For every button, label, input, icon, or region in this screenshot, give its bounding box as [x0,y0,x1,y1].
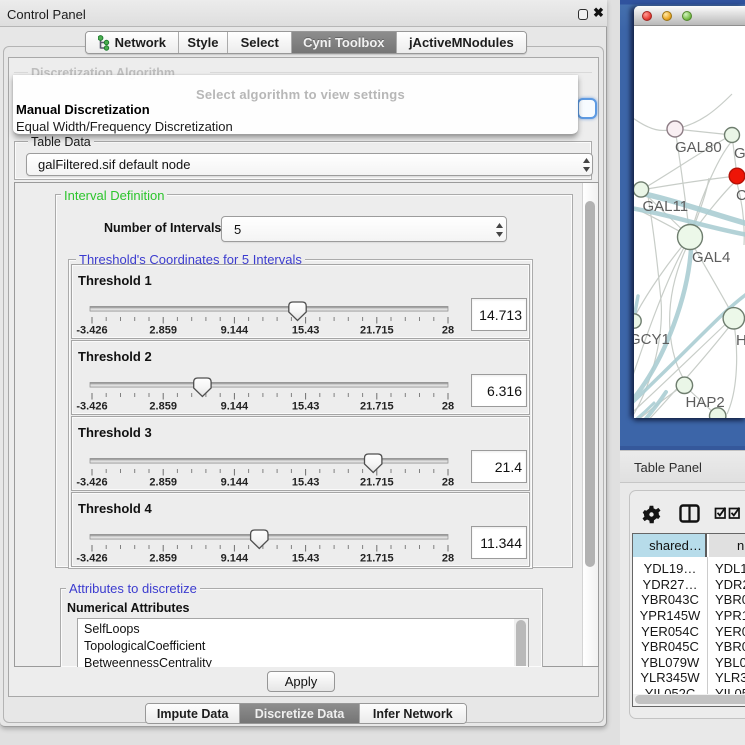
svg-text:21.715: 21.715 [360,477,394,489]
svg-text:H: H [736,332,745,349]
svg-text:9.144: 9.144 [221,553,249,565]
svg-text:28: 28 [442,325,454,337]
svg-text:GAL4: GAL4 [692,249,730,266]
svg-text:2.859: 2.859 [149,325,177,337]
svg-text:-3.426: -3.426 [76,477,107,489]
svg-text:C: C [736,187,745,204]
svg-text:GCY1: GCY1 [634,331,670,348]
svg-text:28: 28 [442,553,454,565]
svg-text:-3.426: -3.426 [76,553,107,565]
svg-text:28: 28 [442,477,454,489]
svg-text:GAL80: GAL80 [675,139,722,156]
svg-text:2.859: 2.859 [149,477,177,489]
svg-text:9.144: 9.144 [221,477,249,489]
svg-text:GA: GA [734,145,745,162]
svg-text:-3.426: -3.426 [76,401,107,413]
svg-text:15.43: 15.43 [292,553,320,565]
svg-text:HAP2: HAP2 [686,394,725,411]
svg-text:28: 28 [442,401,454,413]
svg-text:GAL11: GAL11 [643,198,689,215]
svg-text:-3.426: -3.426 [76,325,107,337]
svg-text:2.859: 2.859 [149,553,177,565]
svg-text:21.715: 21.715 [360,325,394,337]
svg-text:9.144: 9.144 [221,401,249,413]
svg-text:2.859: 2.859 [149,401,177,413]
svg-text:15.43: 15.43 [292,325,320,337]
svg-text:21.715: 21.715 [360,553,394,565]
svg-text:9.144: 9.144 [221,325,249,337]
svg-text:15.43: 15.43 [292,401,320,413]
svg-text:15.43: 15.43 [292,477,320,489]
svg-text:21.715: 21.715 [360,401,394,413]
